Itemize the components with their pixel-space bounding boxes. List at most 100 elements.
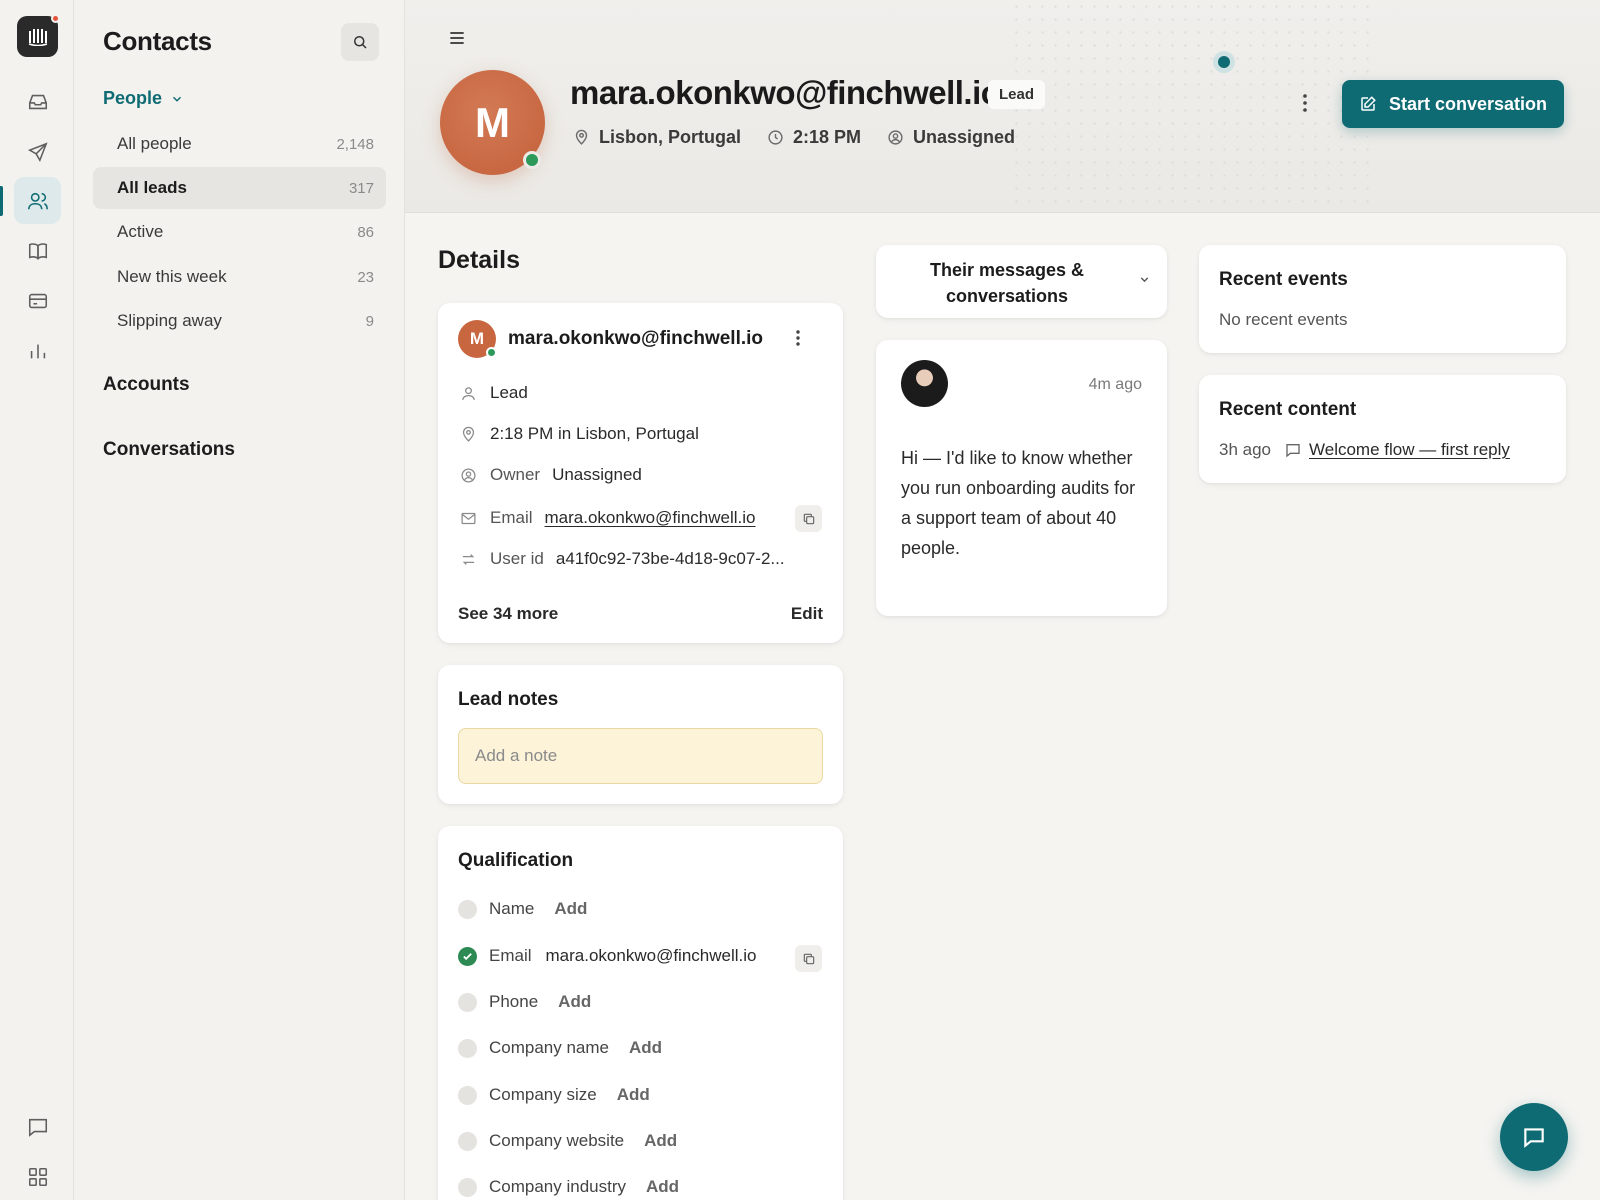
inbox-nav[interactable] bbox=[14, 78, 61, 125]
swap-icon bbox=[462, 553, 474, 565]
sidebar-section-accounts[interactable]: Accounts bbox=[103, 374, 190, 396]
owner-row[interactable]: Owner Unassigned bbox=[458, 465, 642, 485]
contact-details-card: M mara.okonkwo@finchwell.io Lead 2:18 PM… bbox=[438, 303, 843, 643]
qualification-name-row: Name Add bbox=[458, 899, 587, 919]
sidebar-item-count: 2,148 bbox=[336, 135, 374, 153]
card-icon bbox=[28, 293, 47, 308]
recent-content-title: Recent content bbox=[1219, 399, 1357, 420]
add-company-industry-button[interactable]: Add bbox=[646, 1177, 679, 1197]
search-button[interactable] bbox=[341, 23, 379, 61]
card-email-title: mara.okonkwo@finchwell.io bbox=[508, 328, 764, 349]
chevron-down-icon bbox=[173, 96, 182, 102]
sidebar-item-new-this-week[interactable]: New this week 23 bbox=[93, 256, 386, 298]
bar-chart-icon bbox=[30, 344, 45, 358]
add-name-button[interactable]: Add bbox=[554, 899, 587, 919]
email-link[interactable]: mara.okonkwo@finchwell.io bbox=[545, 508, 756, 528]
recent-content-time: 3h ago bbox=[1219, 440, 1271, 459]
reports-nav[interactable] bbox=[14, 327, 61, 374]
user-circle-icon bbox=[888, 130, 903, 145]
copy-icon bbox=[803, 953, 814, 964]
contact-meta: Lisbon, Portugal 2:18 PM Unassigned bbox=[573, 127, 1015, 148]
qualification-label: Email bbox=[489, 946, 532, 965]
qualification-label: Company size bbox=[489, 1085, 597, 1104]
help-chat-button[interactable] bbox=[1500, 1103, 1568, 1171]
messages-nav[interactable] bbox=[14, 1103, 61, 1150]
incomplete-circle-icon bbox=[458, 899, 477, 919]
menu-button[interactable] bbox=[447, 28, 467, 48]
message-time: 4m ago bbox=[1088, 376, 1142, 393]
sidebar-item-count: 317 bbox=[348, 179, 374, 197]
message-card[interactable]: 4m ago Hi — I'd like to know whether you… bbox=[876, 340, 1167, 616]
card-avatar: M bbox=[458, 320, 497, 358]
sidebar-item-label: Active bbox=[117, 222, 164, 241]
app-logo[interactable] bbox=[17, 14, 60, 57]
start-conversation-button[interactable]: Start conversation bbox=[1342, 80, 1564, 128]
sidebar-section-conversations[interactable]: Conversations bbox=[103, 439, 235, 461]
outbound-nav[interactable] bbox=[14, 128, 61, 175]
inbox-icon bbox=[28, 94, 47, 109]
sidebar-item-slipping-away[interactable]: Slipping away 9 bbox=[93, 300, 386, 342]
add-company-website-button[interactable]: Add bbox=[644, 1131, 677, 1151]
sidebar-item-active[interactable]: Active 86 bbox=[93, 211, 386, 253]
type-value: Lead bbox=[490, 383, 528, 402]
copy-email-button[interactable] bbox=[795, 505, 822, 532]
see-more-link[interactable]: See 34 more bbox=[458, 604, 558, 624]
card-online-dot bbox=[486, 347, 497, 358]
contact-avatar: M bbox=[440, 70, 545, 175]
qualification-card: Qualification Name Add Email mara.okonkw… bbox=[438, 826, 843, 1200]
people-section-toggle[interactable]: People bbox=[103, 88, 184, 109]
time-meta: 2:18 PM bbox=[767, 127, 861, 148]
incomplete-circle-icon bbox=[458, 992, 477, 1012]
sidebar-item-count: 23 bbox=[357, 268, 374, 286]
lead-notes-title: Lead notes bbox=[458, 689, 559, 710]
book-icon bbox=[28, 242, 47, 260]
compose-icon bbox=[1361, 96, 1376, 111]
contacts-nav[interactable] bbox=[14, 177, 61, 224]
owner-meta[interactable]: Unassigned bbox=[887, 127, 1015, 148]
recent-content-link[interactable]: Welcome flow — first reply bbox=[1309, 440, 1510, 460]
sidebar-item-all-leads[interactable]: All leads 317 bbox=[93, 167, 386, 209]
knowledge-nav[interactable] bbox=[14, 227, 61, 274]
add-company-size-button[interactable]: Add bbox=[617, 1085, 650, 1105]
billing-nav[interactable] bbox=[14, 277, 61, 324]
message-body: Hi — I'd like to know whether you run on… bbox=[901, 448, 1136, 558]
local-time-value: 2:18 PM in Lisbon, Portugal bbox=[490, 424, 699, 443]
recent-events-title: Recent events bbox=[1219, 269, 1348, 290]
local-time-row: 2:18 PM in Lisbon, Portugal bbox=[458, 424, 699, 444]
contact-email-title: mara.okonkwo@finchwell.io bbox=[570, 74, 1001, 111]
header-dot-pattern bbox=[1010, 0, 1370, 212]
user-id-row: User id a41f0c92-73be-4d18-9c07-2... bbox=[458, 549, 785, 569]
dropdown-label-line-2: conversations bbox=[945, 286, 1069, 306]
send-icon bbox=[27, 141, 48, 162]
card-more-button[interactable] bbox=[795, 329, 801, 347]
check-circle-icon bbox=[458, 946, 477, 966]
more-options-button[interactable] bbox=[1302, 93, 1308, 113]
contacts-icon bbox=[27, 192, 48, 209]
sidebar-item-all-people[interactable]: All people 2,148 bbox=[93, 123, 386, 165]
add-note-input[interactable]: Add a note bbox=[458, 728, 823, 784]
owner-value: Unassigned bbox=[552, 465, 642, 484]
dropdown-label-line-1: Their messages & bbox=[929, 260, 1085, 280]
incomplete-circle-icon bbox=[458, 1038, 477, 1058]
apps-nav[interactable] bbox=[14, 1153, 61, 1200]
lead-notes-card: Lead notes Add a note bbox=[438, 665, 843, 804]
qualification-email-value: mara.okonkwo@finchwell.io bbox=[545, 946, 757, 965]
dropdown-label: Their messages & conversations bbox=[876, 257, 1138, 309]
location-pin-icon bbox=[462, 426, 474, 442]
logo-icon bbox=[28, 28, 47, 46]
kebab-icon bbox=[1303, 94, 1307, 112]
online-status-dot bbox=[523, 151, 541, 169]
qualification-company-industry-row: Company industry Add bbox=[458, 1177, 679, 1197]
edit-button[interactable]: Edit bbox=[791, 604, 823, 624]
owner-label: Owner bbox=[490, 465, 541, 484]
qualification-company-website-row: Company website Add bbox=[458, 1131, 677, 1151]
icon-rail bbox=[0, 0, 74, 1200]
add-company-name-button[interactable]: Add bbox=[629, 1038, 662, 1058]
messages-filter-dropdown[interactable]: Their messages & conversations bbox=[876, 245, 1167, 318]
add-phone-button[interactable]: Add bbox=[558, 992, 591, 1012]
qualification-company-name-row: Company name Add bbox=[458, 1038, 662, 1058]
copy-qualification-email-button[interactable] bbox=[795, 945, 822, 972]
sidebar-item-label: All leads bbox=[117, 178, 187, 197]
clock-icon bbox=[768, 130, 783, 145]
location-pin-icon bbox=[575, 129, 588, 145]
